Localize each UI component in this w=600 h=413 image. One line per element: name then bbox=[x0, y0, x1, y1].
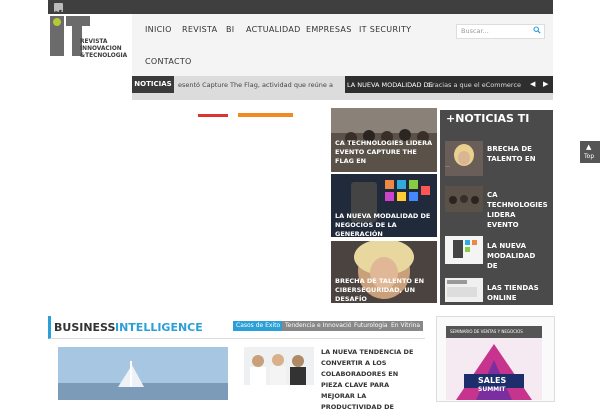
banner-image[interactable] bbox=[48, 110, 331, 118]
ad-title-line2: SUMMIT bbox=[478, 386, 506, 393]
bi-title-part2: INTELLIGENCE bbox=[115, 321, 203, 334]
nav-item-it-security[interactable]: IT SECURITY bbox=[359, 25, 411, 34]
top-bar bbox=[48, 0, 553, 14]
back-to-top-label: Top bbox=[584, 153, 595, 160]
sidebar-item-title[interactable]: BRECHA DE TALENTO EN bbox=[487, 144, 547, 164]
ticker-prev-icon[interactable]: ◀ bbox=[530, 80, 535, 88]
nav-item-contacto[interactable]: CONTACTO bbox=[145, 57, 192, 66]
nav-item-empresas[interactable]: EMPRESAS bbox=[306, 25, 352, 34]
nav-item-bi[interactable]: BI bbox=[226, 25, 234, 34]
bi-main-image[interactable] bbox=[58, 347, 228, 400]
nav-item-actualidad[interactable]: ACTUALIDAD bbox=[246, 25, 301, 34]
twitter-icon[interactable] bbox=[54, 3, 63, 16]
ticker-next-icon[interactable]: ▶ bbox=[543, 80, 548, 88]
ticker-label: NOTICIAS bbox=[132, 76, 174, 93]
tile-caption[interactable]: LA NUEVA MODALIDAD DE NEGOCIOS DE LA GEN… bbox=[335, 212, 435, 239]
sidebar-item-title[interactable]: LA NUEVA MODALIDAD DE bbox=[487, 241, 547, 271]
tab-tendencia[interactable]: Tendencia e Innovación bbox=[282, 321, 359, 331]
ad-subtitle: SEMINARIO DE VENTAS Y NEGOCIOS bbox=[450, 329, 523, 334]
logo-line-3: &TECNOLOGIA bbox=[80, 51, 128, 59]
sidebar-item-title[interactable]: CA TECHNOLOGIES LIDERA EVENTO bbox=[487, 190, 548, 230]
ticker-item[interactable]: LA NUEVA MODALIDAD DE bbox=[347, 81, 433, 89]
sidebar-thumb[interactable] bbox=[445, 141, 483, 176]
sidebar-item-meta: — bbox=[445, 164, 450, 170]
search-icon[interactable] bbox=[533, 26, 541, 34]
bi-article-title[interactable]: LA NUEVA TENDENCIA DE CONVERTIR A LOS CO… bbox=[321, 347, 416, 413]
tile-caption[interactable]: BRECHA DE TALENTO EN CIBERSEGURIDAD, UN … bbox=[335, 277, 435, 304]
sidebar-thumb[interactable] bbox=[445, 186, 483, 212]
bi-title-part1: BUSINESS bbox=[54, 321, 116, 334]
sidebar-title: +NOTICIAS TI bbox=[446, 112, 530, 125]
sidebar-item-title[interactable]: LAS TIENDAS ONLINE bbox=[487, 283, 547, 303]
nav-item-inicio[interactable]: INICIO bbox=[145, 25, 172, 34]
ticker-item[interactable]: esentó Capture The Flag, actividad que r… bbox=[178, 81, 333, 89]
sidebar-thumb[interactable] bbox=[445, 278, 483, 302]
tab-futurologia[interactable]: Futurologia bbox=[351, 321, 391, 331]
tab-casos-de-exito[interactable]: Casos de Exito bbox=[233, 321, 284, 331]
sidebar-thumb[interactable] bbox=[445, 236, 483, 264]
search-placeholder: Buscar... bbox=[461, 27, 489, 35]
chevron-up-icon: ▲ bbox=[586, 143, 592, 151]
nav-item-revista[interactable]: REVISTA bbox=[182, 25, 217, 34]
bi-article-thumb[interactable] bbox=[244, 347, 314, 385]
tile-caption[interactable]: CA TECHNOLOGIES LIDERA EVENTO CAPTURE TH… bbox=[335, 139, 435, 166]
ticker-item[interactable]: Gracias a que el eCommerce bbox=[427, 81, 521, 89]
tab-en-vitrina[interactable]: En Vitrina bbox=[388, 321, 424, 331]
ad-title: SALES bbox=[478, 376, 507, 385]
